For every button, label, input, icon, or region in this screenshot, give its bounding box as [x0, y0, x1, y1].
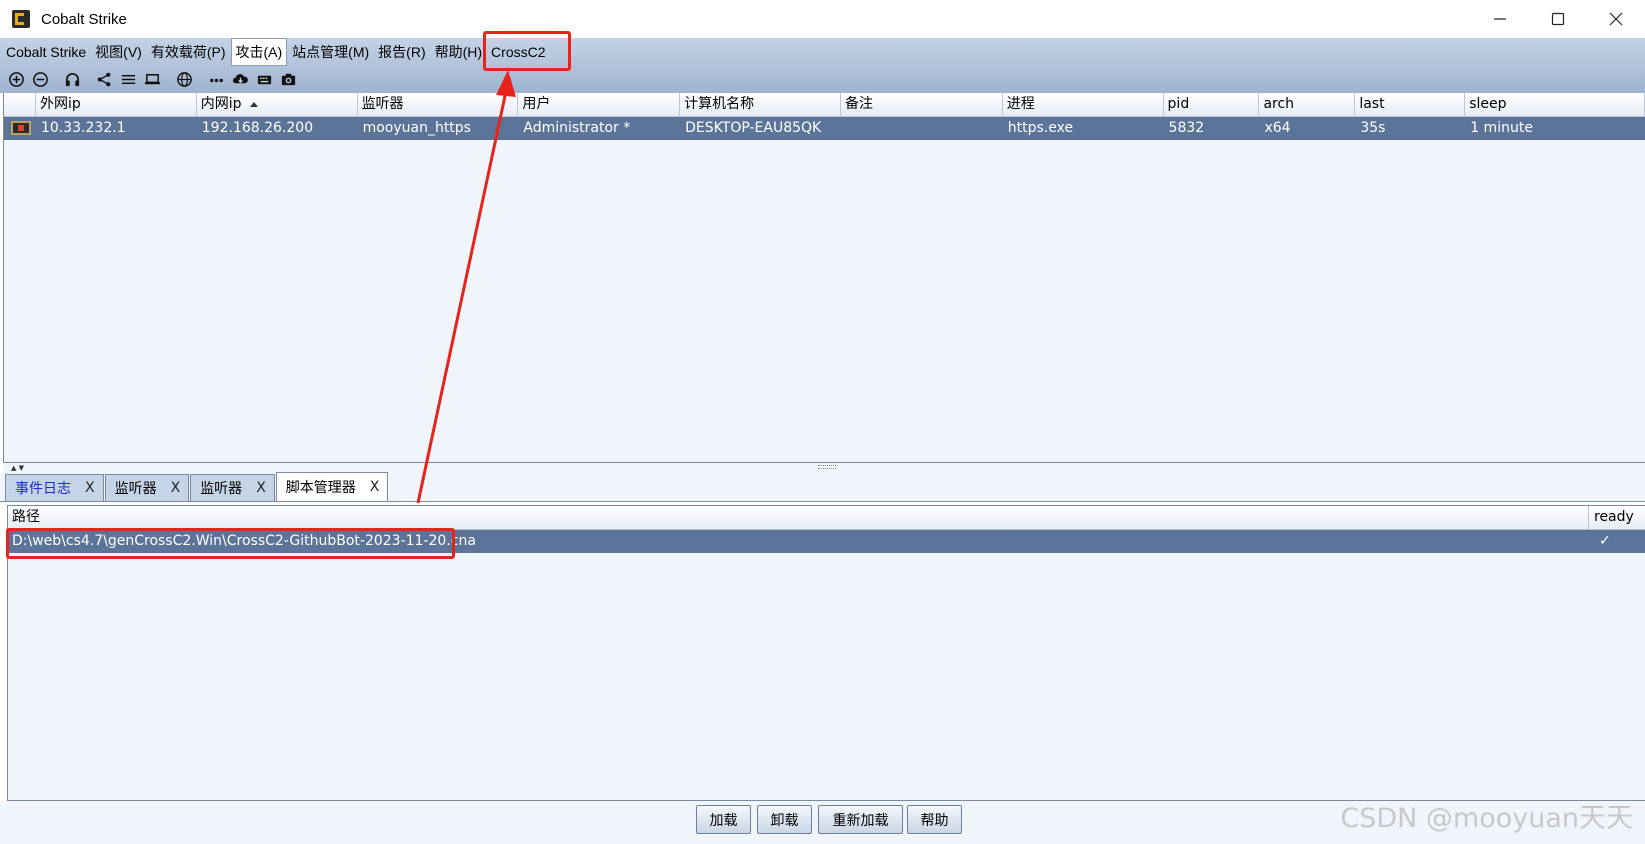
panel-splitter[interactable]: ▲ ▼	[3, 463, 1645, 473]
session-table-button[interactable]	[116, 67, 140, 91]
tab-event-log[interactable]: 事件日志 X	[5, 474, 104, 501]
globe-icon	[176, 71, 192, 87]
cloud-download-icon	[232, 73, 248, 83]
annotation-box-crossc2-menu	[483, 31, 571, 71]
remove-icon	[32, 71, 48, 87]
column-header-pid[interactable]: pid	[1164, 93, 1260, 116]
column-header-internal-ip[interactable]: 内网ip	[197, 93, 358, 116]
cobalt-strike-app-icon	[12, 10, 30, 28]
tab-listeners-2[interactable]: 监听器 X	[190, 474, 275, 501]
column-header-user[interactable]: 用户	[518, 93, 681, 116]
column-header-icon[interactable]	[4, 93, 36, 116]
menu-reporting[interactable]: 报告(R)	[374, 39, 429, 65]
column-header-arch[interactable]: arch	[1259, 93, 1356, 116]
web-log-button[interactable]	[172, 67, 196, 91]
tab-bar: 事件日志 X 监听器 X 监听器 X 脚本管理器 X	[0, 472, 1645, 502]
beacon-table: 外网ip 内网ip 监听器 用户 计算机名称 备注 进程 pid arch la…	[3, 93, 1645, 463]
keyboard-icon	[257, 75, 271, 84]
menu-attacks[interactable]: 攻击(A)	[230, 38, 288, 66]
tab-close-button[interactable]: X	[370, 479, 380, 495]
beacon-table-header: 外网ip 内网ip 监听器 用户 计算机名称 备注 进程 pid arch la…	[4, 93, 1645, 117]
beacon-cell-last: 35s	[1360, 120, 1386, 136]
reload-button[interactable]: 重新加载	[818, 805, 903, 834]
script-table-header: 路径 ready	[8, 506, 1645, 530]
headphones-icon	[65, 72, 79, 86]
beacon-cell-note	[841, 117, 1003, 140]
beacon-cell-pid: 5832	[1168, 120, 1205, 136]
load-button[interactable]: 加载	[696, 805, 751, 834]
maximize-button[interactable]	[1529, 0, 1587, 38]
downloads-button[interactable]	[228, 67, 252, 91]
new-connection-button[interactable]	[4, 67, 28, 91]
add-icon	[8, 71, 24, 87]
column-header-process[interactable]: 进程	[1003, 93, 1164, 116]
beacon-cell-icon	[4, 117, 36, 140]
tab-script-manager[interactable]: 脚本管理器 X	[275, 472, 389, 501]
column-header-note[interactable]: 备注	[841, 93, 1003, 116]
screenshots-button[interactable]	[276, 67, 300, 91]
tab-label: 事件日志	[15, 481, 71, 497]
column-header-sleep[interactable]: sleep	[1465, 93, 1645, 116]
column-header-ready[interactable]: ready	[1589, 506, 1634, 529]
column-header-path[interactable]: 路径	[8, 506, 1589, 529]
pivot-graph-button[interactable]	[92, 67, 116, 91]
column-header-internal-ip-label: 内网ip	[200, 96, 242, 112]
maximize-icon	[1551, 12, 1565, 26]
tab-listeners-1[interactable]: 监听器 X	[104, 474, 190, 501]
column-header-computer[interactable]: 计算机名称	[680, 93, 841, 116]
share-icon	[97, 72, 110, 86]
menu-bar: Cobalt Strike 视图(V) 有效载荷(P) 攻击(A) 站点管理(M…	[0, 38, 551, 66]
window-title: Cobalt Strike	[41, 10, 127, 28]
credentials-button[interactable]	[204, 67, 228, 91]
sort-ascending-icon	[249, 101, 258, 107]
column-header-listener[interactable]: 监听器	[358, 93, 519, 116]
disconnect-button[interactable]	[28, 67, 52, 91]
menu-site-management[interactable]: 站点管理(M)	[288, 39, 373, 65]
splitter-collapse-arrows-icon[interactable]: ▲ ▼	[11, 464, 24, 472]
tab-label: 监听器	[200, 481, 243, 497]
menu-view[interactable]: 视图(V)	[91, 39, 146, 65]
beacon-cell-user: Administrator *	[523, 120, 631, 136]
menu-help[interactable]: 帮助(H)	[431, 39, 486, 65]
menu-payloads[interactable]: 有效载荷(P)	[147, 39, 230, 65]
toolbar	[0, 66, 300, 92]
beacon-cell-arch: x64	[1264, 120, 1291, 136]
laptop-icon	[144, 73, 160, 84]
column-header-last[interactable]: last	[1355, 93, 1466, 116]
help-button[interactable]: 帮助	[907, 805, 962, 834]
tab-close-button[interactable]: X	[256, 480, 266, 496]
watermark-text: CSDN @mooyuan天天	[1340, 803, 1633, 834]
beacon-cell-process: https.exe	[1007, 120, 1074, 136]
annotation-box-script-path	[6, 528, 455, 559]
keystrokes-button[interactable]	[252, 67, 276, 91]
tab-close-button[interactable]: X	[85, 480, 95, 496]
window-controls	[1471, 0, 1645, 38]
column-header-external-ip[interactable]: 外网ip	[36, 93, 197, 116]
menu-toolbar-area: Cobalt Strike 视图(V) 有效载荷(P) 攻击(A) 站点管理(M…	[0, 38, 1645, 93]
beacon-session-icon	[11, 121, 31, 135]
script-cell-ready: ✓	[1599, 533, 1611, 549]
list-icon	[121, 74, 135, 84]
menu-cobalt-strike[interactable]: Cobalt Strike	[2, 41, 90, 63]
camera-icon	[281, 73, 295, 85]
beacon-cell-computer: DESKTOP-EAU85QK	[685, 120, 822, 136]
title-bar: Cobalt Strike	[0, 0, 1645, 38]
beacon-cell-external-ip: 10.33.232.1	[40, 120, 126, 136]
beacon-cell-internal-ip: 192.168.26.200	[201, 120, 314, 136]
splitter-grip-icon[interactable]	[818, 465, 836, 469]
targets-button[interactable]	[140, 67, 164, 91]
unload-button[interactable]: 卸载	[757, 805, 812, 834]
tab-label: 监听器	[114, 481, 157, 497]
dots-icon	[209, 78, 223, 82]
tab-label: 脚本管理器	[285, 480, 356, 496]
beacon-cell-sleep: 1 minute	[1470, 120, 1533, 136]
tab-close-button[interactable]: X	[171, 480, 181, 496]
close-icon	[1609, 12, 1623, 26]
close-button[interactable]	[1587, 0, 1645, 38]
listeners-button[interactable]	[60, 67, 84, 91]
minimize-icon	[1494, 18, 1506, 20]
table-row[interactable]: 10.33.232.1 192.168.26.200 mooyuan_https…	[4, 117, 1645, 140]
minimize-button[interactable]	[1471, 0, 1529, 38]
beacon-cell-listener: mooyuan_https	[362, 120, 471, 136]
